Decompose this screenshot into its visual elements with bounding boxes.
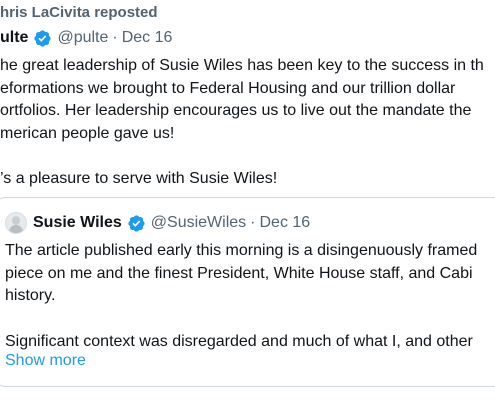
tweet-line: he great leadership of Susie Wiles has b… [0,57,484,74]
separator-dot: · [112,29,118,46]
tweet-date[interactable]: Dec 16 [122,29,173,47]
quote-line: The article published early this morning… [5,242,478,259]
quote-line: history. [5,287,56,304]
tweet-header: ulte @pulte · Dec 16 [0,27,172,49]
quoted-tweet-card[interactable]: Susie Wiles @SusieWiles · Dec 16 The art… [0,197,495,387]
author-handle[interactable]: @pulte [57,29,108,47]
quote-line: piece on me and the finest President, Wh… [5,264,473,282]
tweet-line: eformations we brought to Federal Housin… [0,79,456,97]
quote-author-name[interactable]: Susie Wiles [33,214,122,232]
quote-header: Susie Wiles @SusieWiles · Dec 16 [5,211,310,235]
verified-badge-icon [128,214,145,232]
show-more-link[interactable]: Show more [5,352,86,370]
tweet-line: ’s a pleasure to serve with Susie Wiles! [0,169,278,187]
quote-date[interactable]: Dec 16 [259,214,310,232]
avatar[interactable] [5,212,27,234]
tweet-text: he great leadership of Susie Wiles has b… [0,55,495,190]
quote-text: The article published early this morning… [5,240,495,353]
repost-banner[interactable]: hris LaCivita reposted [0,4,158,24]
tweet-line: merican people gave us! [0,124,175,142]
quote-author-handle[interactable]: @SusieWiles [151,214,246,232]
tweet-line: ortfolios. Her leadership encourages us … [0,102,472,119]
quote-line: Significant context was disregarded and … [5,332,473,350]
separator-dot: · [250,214,256,231]
author-name[interactable]: ulte [0,29,28,47]
verified-badge-icon [34,29,52,47]
